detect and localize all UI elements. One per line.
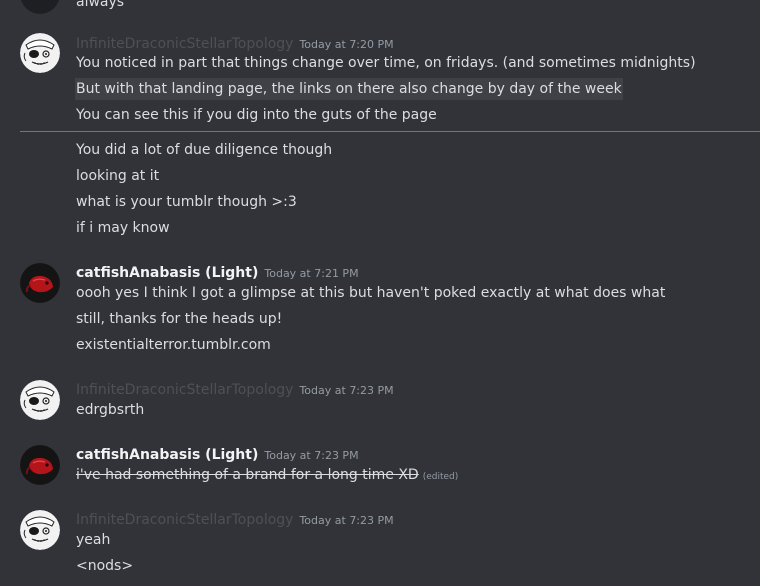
message-timestamp[interactable]: Today at 7:20 PM	[299, 38, 393, 51]
message-line: what is your tumblr though >:3	[76, 194, 297, 210]
message-line: looking at it	[76, 168, 160, 184]
message-timestamp[interactable]: Today at 7:21 PM	[264, 267, 358, 280]
username[interactable]: InfiniteDraconicStellarTopology	[76, 382, 293, 398]
message-line: yeah	[76, 532, 111, 548]
message-text: i've had something of a brand for a long…	[76, 467, 419, 483]
message-line: existentialterror.tumblr.com	[76, 337, 271, 353]
skull-face-avatar-icon	[20, 33, 60, 73]
message-timestamp[interactable]: Today at 7:23 PM	[299, 384, 393, 397]
message-line: You did a lot of due diligence though	[76, 142, 333, 158]
message-header: InfiniteDraconicStellarTopology Today at …	[76, 33, 394, 53]
user-avatar-infinite[interactable]	[20, 33, 60, 73]
user-avatar-infinite[interactable]	[20, 380, 60, 420]
message-line: still, thanks for the heads up!	[76, 311, 283, 327]
message-line: always	[76, 0, 125, 10]
red-creature-avatar-icon	[20, 445, 60, 485]
message-header: InfiniteDraconicStellarTopology Today at …	[76, 379, 394, 399]
message-line: edrgbsrth	[76, 402, 145, 418]
red-creature-avatar-icon	[20, 263, 60, 303]
username[interactable]: catfishAnabasis (Light)	[76, 447, 258, 463]
message-line-strikethrough: i've had something of a brand for a long…	[76, 464, 458, 486]
new-messages-divider	[20, 131, 760, 132]
message-timestamp[interactable]: Today at 7:23 PM	[299, 514, 393, 527]
edited-label: (edited)	[422, 472, 459, 482]
message-line: You noticed in part that things change o…	[76, 55, 696, 71]
message-header: catfishAnabasis (Light) Today at 7:21 PM	[76, 262, 359, 282]
message-line: oooh yes I think I got a glimpse at this…	[76, 285, 666, 301]
username[interactable]: InfiniteDraconicStellarTopology	[76, 512, 293, 528]
message-line: if i may know	[76, 220, 170, 236]
user-avatar-catfish[interactable]	[20, 445, 60, 485]
skull-face-avatar-icon	[20, 380, 60, 420]
message-header: InfiniteDraconicStellarTopology Today at …	[76, 509, 394, 529]
message-line: <nods>	[76, 558, 134, 574]
message-header: catfishAnabasis (Light) Today at 7:23 PM	[76, 444, 359, 464]
username[interactable]: catfishAnabasis (Light)	[76, 265, 258, 281]
chat-message-list[interactable]: always InfiniteDraconicStellarTopology To…	[0, 0, 760, 586]
message-timestamp[interactable]: Today at 7:23 PM	[264, 449, 358, 462]
message-line-hovered[interactable]: But with that landing page, the links on…	[75, 78, 623, 100]
message-line: You can see this if you dig into the gut…	[76, 107, 437, 123]
username[interactable]: InfiniteDraconicStellarTopology	[76, 36, 293, 52]
user-avatar-partial[interactable]	[20, 0, 60, 14]
skull-face-avatar-icon	[20, 510, 60, 550]
user-avatar-catfish[interactable]	[20, 263, 60, 303]
user-avatar-infinite[interactable]	[20, 510, 60, 550]
